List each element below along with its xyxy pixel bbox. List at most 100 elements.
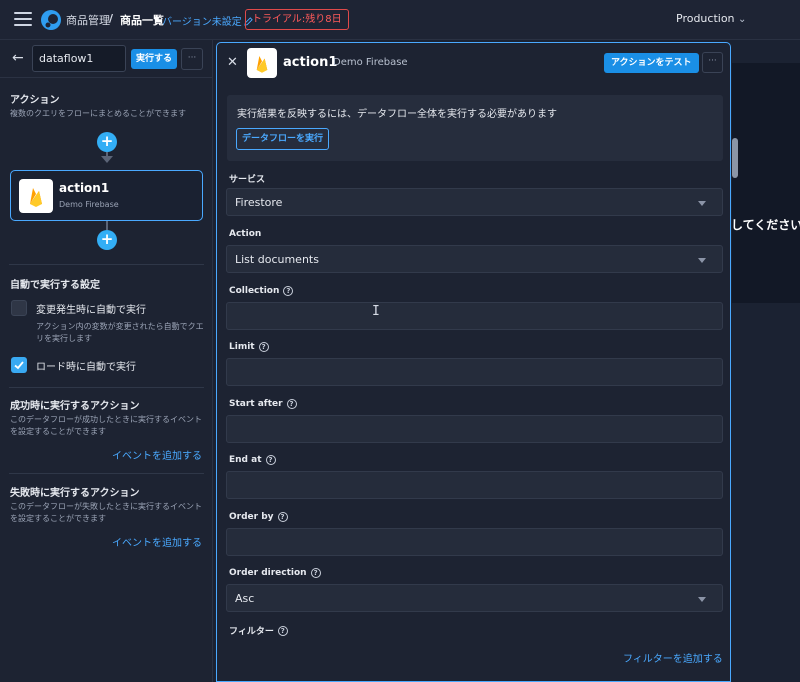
action-card-title: action1 xyxy=(59,181,110,195)
collection-label-text: Collection xyxy=(229,286,280,296)
flow-connector xyxy=(106,221,108,230)
action-source: Demo Firebase xyxy=(333,57,408,68)
help-icon[interactable]: ? xyxy=(277,625,288,636)
notice-text: 実行結果を反映するには、データフロー全体を実行する必要があります xyxy=(237,109,557,120)
end-at-label: End at? xyxy=(229,455,276,465)
hamburger-menu-icon[interactable] xyxy=(14,12,32,26)
help-icon[interactable]: ? xyxy=(258,342,269,352)
top-bar: 商品管理 / 商品一覧 バージョン未設定 トライアル:残り8日 Producti… xyxy=(0,0,800,40)
action-label-text: Action xyxy=(229,229,262,239)
checkmark-icon xyxy=(14,361,24,370)
close-icon[interactable]: ✕ xyxy=(227,55,238,70)
order-direction-label-text: Order direction xyxy=(229,568,307,578)
action-settings-panel: ✕ action1 Demo Firebase アクションをテスト ··· 実行… xyxy=(216,42,731,682)
dataflow-name-input[interactable] xyxy=(32,45,126,72)
run-dataflow-button[interactable]: データフローを実行 xyxy=(236,128,330,150)
actions-title: アクション xyxy=(10,95,60,106)
sidebar-header: ← 実行する ··· xyxy=(0,40,213,78)
service-label-text: サービス xyxy=(229,175,266,185)
actions-description: 複数のクエリをフローにまとめることができます xyxy=(10,109,186,118)
more-options-icon[interactable]: ··· xyxy=(702,52,723,73)
add-success-event-link[interactable]: イベントを追加する xyxy=(112,447,202,462)
canvas-component xyxy=(732,63,800,303)
back-arrow-icon[interactable]: ← xyxy=(12,50,24,66)
environment-selector[interactable]: Production ⌄ xyxy=(676,12,746,25)
divider xyxy=(9,264,204,265)
service-label: サービス xyxy=(229,172,265,185)
collection-input[interactable] xyxy=(226,302,723,330)
auto-on-change-checkbox[interactable] xyxy=(11,300,27,316)
action-value: List documents xyxy=(235,253,319,266)
more-options-icon[interactable]: ··· xyxy=(181,48,203,70)
auto-run-title: 自動で実行する設定 xyxy=(10,280,100,291)
breadcrumb-separator: / xyxy=(109,12,114,25)
start-after-label-text: Start after xyxy=(229,399,283,409)
add-filter-link[interactable]: フィルターを追加する xyxy=(623,650,723,665)
auto-on-change-label[interactable]: 変更発生時に自動で実行 xyxy=(36,301,146,316)
trial-badge[interactable]: トライアル:残り8日 xyxy=(245,9,349,30)
order-direction-label: Order direction? xyxy=(229,568,321,578)
service-value: Firestore xyxy=(235,196,283,209)
version-link-label: バージョン未設定 xyxy=(162,17,242,28)
start-after-label: Start after? xyxy=(229,399,297,409)
failure-actions-description: このデータフローが失敗したときに実行するイベントを設定することができます xyxy=(10,502,202,523)
limit-label: Limit? xyxy=(229,342,269,352)
order-by-input[interactable] xyxy=(226,528,723,556)
action-name: action1 xyxy=(283,55,338,70)
dataflow-sidebar: ← 実行する ··· アクション 複数のクエリをフローにまとめることができます … xyxy=(0,40,213,682)
environment-label: Production xyxy=(676,12,735,25)
help-icon[interactable]: ? xyxy=(265,455,276,465)
firebase-logo xyxy=(19,179,53,213)
text-cursor-icon: I xyxy=(372,304,380,319)
canvas-button xyxy=(732,138,738,178)
collection-label: Collection? xyxy=(229,286,294,296)
chevron-down-icon: ⌄ xyxy=(738,14,747,25)
divider xyxy=(9,473,204,474)
add-failure-event-link[interactable]: イベントを追加する xyxy=(112,534,202,549)
action-label: Action xyxy=(229,229,261,239)
start-after-input[interactable] xyxy=(226,415,723,443)
notice-box: 実行結果を反映するには、データフロー全体を実行する必要があります データフローを… xyxy=(227,95,723,161)
breadcrumb-app[interactable]: 商品管理 xyxy=(66,12,110,28)
auto-on-load-label[interactable]: ロード時に自動で実行 xyxy=(36,358,136,373)
caret-down-icon xyxy=(698,258,706,263)
action-card[interactable]: action1 Demo Firebase xyxy=(10,170,203,221)
success-actions-title: 成功時に実行するアクション xyxy=(10,401,140,412)
help-icon[interactable]: ? xyxy=(283,286,294,296)
help-icon[interactable]: ? xyxy=(286,399,297,409)
breadcrumb-page: 商品一覧 xyxy=(120,14,164,27)
run-button[interactable]: 実行する xyxy=(131,49,178,69)
filter-label-text: フィルター xyxy=(229,627,274,637)
action-card-subtitle: Demo Firebase xyxy=(59,200,119,209)
order-by-label: Order by? xyxy=(229,512,288,522)
add-action-above-button[interactable]: + xyxy=(97,132,117,152)
caret-down-icon xyxy=(698,597,706,602)
add-action-below-button[interactable]: + xyxy=(97,230,117,250)
app-logo-icon xyxy=(41,10,61,30)
arrow-down-icon xyxy=(101,156,113,163)
limit-label-text: Limit xyxy=(229,342,255,352)
auto-on-load-checkbox[interactable] xyxy=(11,357,27,373)
canvas-text: してください xyxy=(731,218,800,232)
order-direction-value: Asc xyxy=(235,592,255,605)
end-at-input[interactable] xyxy=(226,471,723,499)
help-icon[interactable]: ? xyxy=(277,512,288,522)
service-select[interactable]: Firestore xyxy=(226,188,723,216)
order-direction-select[interactable]: Asc xyxy=(226,584,723,612)
auto-on-change-description: アクション内の変数が変更されたら自動でクエリを実行します xyxy=(36,322,204,343)
order-by-label-text: Order by xyxy=(229,512,274,522)
firebase-icon xyxy=(30,188,42,207)
limit-input[interactable] xyxy=(226,358,723,386)
version-link[interactable]: バージョン未設定 xyxy=(162,13,253,28)
firebase-logo xyxy=(247,48,277,78)
test-action-button[interactable]: アクションをテスト xyxy=(604,53,699,73)
failure-actions-title: 失敗時に実行するアクション xyxy=(10,488,140,499)
firebase-icon xyxy=(256,55,268,73)
caret-down-icon xyxy=(698,201,706,206)
filter-label: フィルター? xyxy=(229,624,288,637)
action-select[interactable]: List documents xyxy=(226,245,723,273)
help-icon[interactable]: ? xyxy=(310,568,321,578)
divider xyxy=(9,387,204,388)
end-at-label-text: End at xyxy=(229,455,262,465)
success-actions-description: このデータフローが成功したときに実行するイベントを設定することができます xyxy=(10,415,202,436)
